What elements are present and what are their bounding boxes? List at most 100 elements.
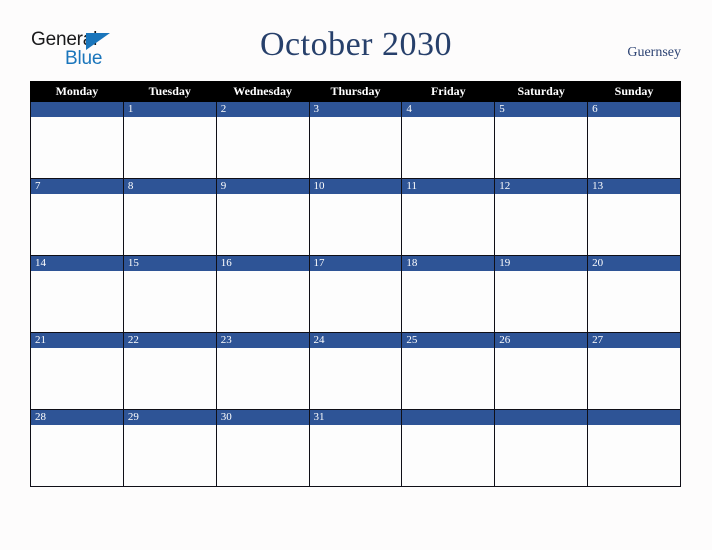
page-header: General Blue October 2030 Guernsey xyxy=(0,0,712,80)
date-number xyxy=(402,410,495,425)
day-events-area[interactable] xyxy=(402,271,494,331)
day-header-wednesday: Wednesday xyxy=(215,81,310,102)
date-number: 29 xyxy=(123,410,216,425)
calendar-day-cell[interactable]: 5 xyxy=(494,101,589,179)
day-events-area[interactable] xyxy=(31,425,123,485)
date-number: 24 xyxy=(309,333,402,348)
day-events-area[interactable] xyxy=(217,348,309,408)
calendar-day-cell[interactable]: 26 xyxy=(494,332,589,410)
calendar-day-cell[interactable]: 12 xyxy=(494,178,589,256)
day-events-area[interactable] xyxy=(217,194,309,254)
calendar-day-cell[interactable]: 13 xyxy=(587,178,681,256)
day-events-area[interactable] xyxy=(588,348,680,408)
calendar-day-cell[interactable]: 11 xyxy=(401,178,496,256)
calendar-day-cell[interactable] xyxy=(494,409,589,487)
date-number: 3 xyxy=(309,102,402,117)
calendar-day-cell[interactable]: 31 xyxy=(308,409,403,487)
day-events-area[interactable] xyxy=(124,117,216,177)
date-number: 1 xyxy=(123,102,216,117)
date-number: 7 xyxy=(31,179,123,194)
date-number: 16 xyxy=(216,256,309,271)
date-number: 8 xyxy=(123,179,216,194)
calendar-day-cell[interactable] xyxy=(30,101,124,179)
calendar-day-cell[interactable]: 30 xyxy=(215,409,310,487)
calendar-week-row: 21 22 23 24 25 26 27 xyxy=(30,332,681,410)
calendar-day-cell[interactable]: 18 xyxy=(401,255,496,333)
calendar-day-cell[interactable]: 7 xyxy=(30,178,124,256)
date-number: 12 xyxy=(495,179,588,194)
day-events-area[interactable] xyxy=(31,117,123,177)
day-events-area[interactable] xyxy=(310,348,402,408)
day-events-area[interactable] xyxy=(588,271,680,331)
calendar-day-cell[interactable]: 10 xyxy=(308,178,403,256)
calendar-day-cell[interactable]: 2 xyxy=(215,101,310,179)
date-number: 20 xyxy=(588,256,680,271)
calendar-day-cell[interactable]: 22 xyxy=(122,332,217,410)
day-events-area[interactable] xyxy=(402,425,494,485)
calendar-day-cell[interactable]: 21 xyxy=(30,332,124,410)
calendar-day-cell[interactable]: 29 xyxy=(122,409,217,487)
calendar-day-cell[interactable]: 6 xyxy=(587,101,681,179)
date-number: 15 xyxy=(123,256,216,271)
day-events-area[interactable] xyxy=(124,271,216,331)
day-events-area[interactable] xyxy=(588,425,680,485)
calendar-page: General Blue October 2030 Guernsey Monda… xyxy=(0,0,712,550)
calendar-day-cell[interactable]: 27 xyxy=(587,332,681,410)
day-events-area[interactable] xyxy=(310,117,402,177)
day-events-area[interactable] xyxy=(217,425,309,485)
date-number: 18 xyxy=(402,256,495,271)
calendar-day-cell[interactable]: 24 xyxy=(308,332,403,410)
calendar-day-cell[interactable]: 25 xyxy=(401,332,496,410)
calendar-day-cell[interactable]: 16 xyxy=(215,255,310,333)
day-events-area[interactable] xyxy=(495,425,587,485)
day-events-area[interactable] xyxy=(31,271,123,331)
day-events-area[interactable] xyxy=(217,271,309,331)
day-header-saturday: Saturday xyxy=(494,81,589,102)
day-header-thursday: Thursday xyxy=(308,81,403,102)
calendar-day-cell[interactable]: 3 xyxy=(308,101,403,179)
day-events-area[interactable] xyxy=(495,194,587,254)
calendar-day-cell[interactable]: 8 xyxy=(122,178,217,256)
date-number: 4 xyxy=(402,102,495,117)
day-events-area[interactable] xyxy=(588,117,680,177)
calendar-day-cell[interactable]: 17 xyxy=(308,255,403,333)
day-events-area[interactable] xyxy=(31,194,123,254)
day-events-area[interactable] xyxy=(124,348,216,408)
day-events-area[interactable] xyxy=(402,348,494,408)
calendar-day-cell[interactable]: 20 xyxy=(587,255,681,333)
day-events-area[interactable] xyxy=(495,271,587,331)
date-number: 9 xyxy=(216,179,309,194)
date-number: 21 xyxy=(31,333,123,348)
day-events-area[interactable] xyxy=(31,348,123,408)
day-events-area[interactable] xyxy=(402,194,494,254)
day-header-tuesday: Tuesday xyxy=(122,81,217,102)
day-events-area[interactable] xyxy=(124,194,216,254)
day-events-area[interactable] xyxy=(310,425,402,485)
day-events-area[interactable] xyxy=(124,425,216,485)
calendar-day-cell[interactable]: 15 xyxy=(122,255,217,333)
calendar-day-cell[interactable]: 9 xyxy=(215,178,310,256)
date-number: 17 xyxy=(309,256,402,271)
calendar-day-cell[interactable]: 28 xyxy=(30,409,124,487)
day-events-area[interactable] xyxy=(402,117,494,177)
calendar-day-cell[interactable] xyxy=(587,409,681,487)
day-header-friday: Friday xyxy=(401,81,496,102)
date-number: 11 xyxy=(402,179,495,194)
date-number xyxy=(31,102,123,117)
day-events-area[interactable] xyxy=(310,271,402,331)
calendar-grid: Monday Tuesday Wednesday Thursday Friday… xyxy=(30,81,681,487)
day-events-area[interactable] xyxy=(588,194,680,254)
calendar-day-cell[interactable]: 1 xyxy=(122,101,217,179)
calendar-day-cell[interactable]: 23 xyxy=(215,332,310,410)
calendar-day-cell[interactable]: 19 xyxy=(494,255,589,333)
calendar-day-cell[interactable]: 4 xyxy=(401,101,496,179)
calendar-day-cell[interactable]: 14 xyxy=(30,255,124,333)
page-title: October 2030 xyxy=(259,26,452,63)
day-events-area[interactable] xyxy=(310,194,402,254)
date-number: 5 xyxy=(495,102,588,117)
calendar-day-cell[interactable] xyxy=(401,409,496,487)
day-events-area[interactable] xyxy=(217,117,309,177)
day-events-area[interactable] xyxy=(495,348,587,408)
date-number: 10 xyxy=(309,179,402,194)
day-events-area[interactable] xyxy=(495,117,587,177)
